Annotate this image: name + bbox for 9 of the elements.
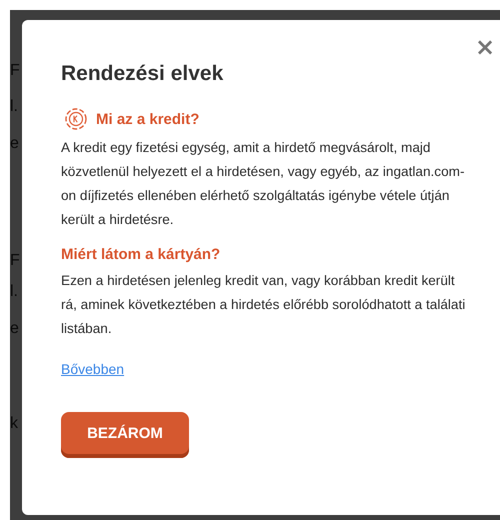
read-more-link[interactable]: Bővebben [61,361,124,377]
section-paragraph: A kredit egy fizetési egység, amit a hirdető megvásárolt, majd közvetlenül helyezett el a hirdetésen, vagy egyéb, az ingatlan.com-on díjfizetés ellenében elérhető szolgáltatás igénybe vétele útján került a hirdetésre. [61,139,466,229]
credit-coin-icon [65,108,87,130]
close-button[interactable]: × [475,36,496,58]
dialog-title: Rendezési elvek [61,62,224,86]
section-heading: Mi az a kredit? [96,110,200,128]
section-paragraph: Ezen a hirdetésen jelenleg kredit van, vagy korábban kredit került rá, aminek következtében a hirdetés előrébb sorolódhatott a találati listában. [61,272,466,338]
close-dialog-button[interactable]: BEZÁROM [61,412,189,458]
section-heading: Miért látom a kártyán? [61,246,220,263]
